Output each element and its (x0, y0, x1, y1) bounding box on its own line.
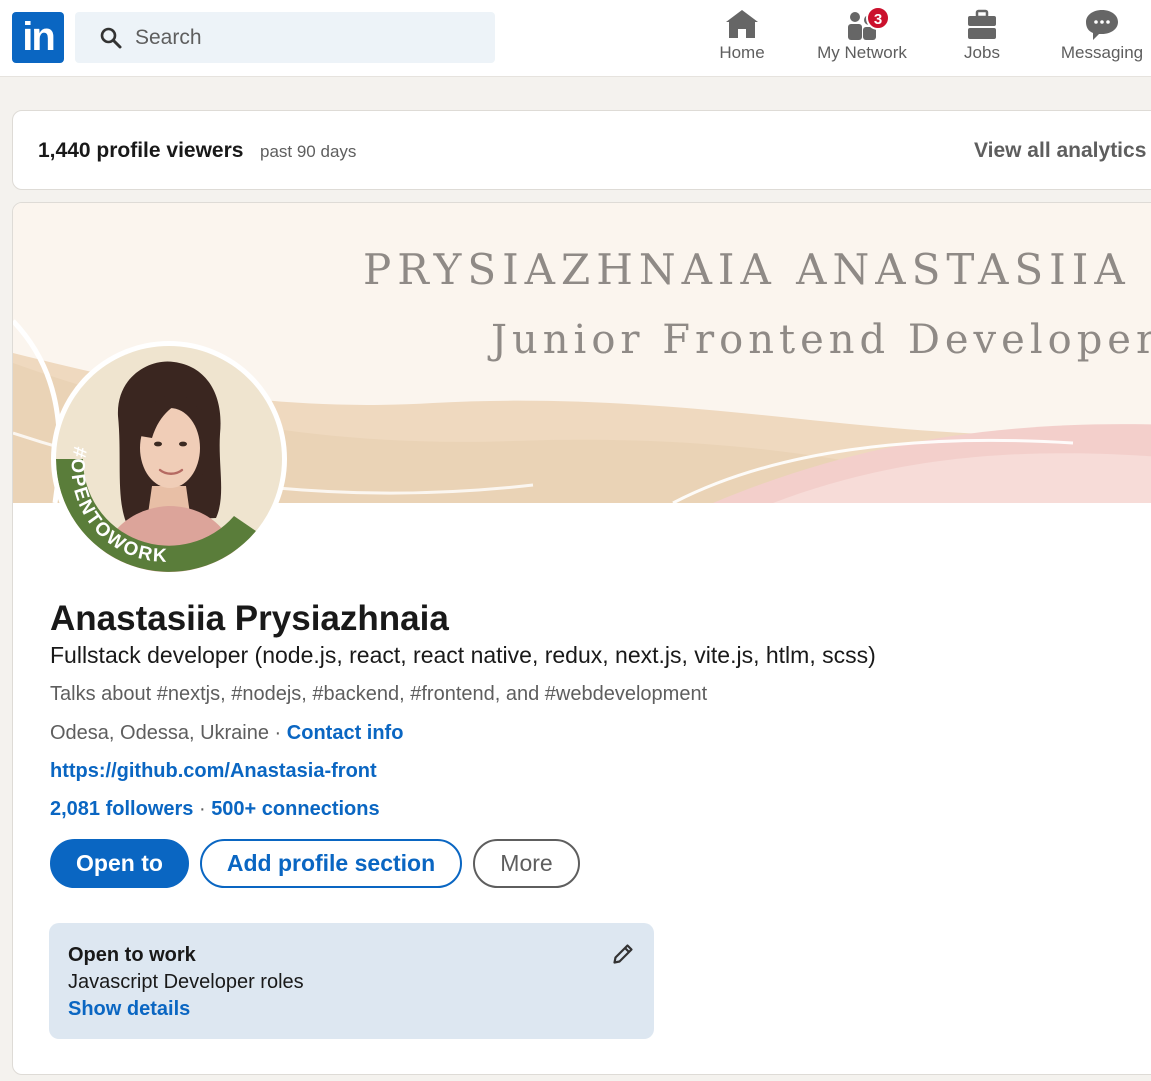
open-to-work-roles: Javascript Developer roles (68, 971, 304, 993)
view-all-analytics-link[interactable]: View all analytics (974, 139, 1146, 163)
top-nav-bar: in Home 3 My Network (0, 0, 1151, 77)
nav-item-label: Home (719, 43, 765, 62)
website-link[interactable]: https://github.com/Anastasia-front (50, 760, 377, 783)
open-to-work-card: Open to work Javascript Developer roles … (49, 923, 654, 1039)
profile-location: Odesa, Odessa, Ukraine (50, 722, 269, 744)
nav-item-my-network[interactable]: 3 My Network (806, 6, 918, 70)
linkedin-logo[interactable]: in (12, 12, 64, 63)
avatar-illustration: #OPENTOWORK (56, 346, 282, 572)
stats-separator: · (193, 798, 212, 820)
notification-badge: 3 (866, 6, 890, 30)
followers-link[interactable]: 2,081 followers (50, 798, 193, 820)
connections-link[interactable]: 500+ connections (211, 798, 379, 820)
search-box[interactable] (75, 12, 495, 63)
profile-photo[interactable]: #OPENTOWORK (51, 341, 287, 577)
briefcase-icon (968, 9, 996, 39)
contact-info-link[interactable]: Contact info (287, 722, 404, 744)
viewers-period: past 90 days (260, 142, 357, 161)
search-icon (100, 27, 122, 49)
show-details-link[interactable]: Show details (68, 998, 190, 1021)
message-icon (1086, 10, 1118, 40)
open-to-button[interactable]: Open to (50, 839, 189, 888)
location-row: Odesa, Odessa, Ukraine · Contact info (50, 722, 403, 745)
network-icon-wrap: 3 (842, 6, 890, 42)
nav-item-label: Messaging (1060, 43, 1144, 62)
search-input[interactable] (135, 12, 475, 63)
add-profile-section-button[interactable]: Add profile section (200, 839, 462, 888)
pencil-icon[interactable] (611, 942, 635, 966)
nav-item-home[interactable]: Home (712, 6, 772, 70)
open-to-work-title: Open to work (68, 944, 196, 966)
profile-viewers-count[interactable]: 1,440 profile viewers (38, 139, 243, 163)
nav-item-label: Jobs (964, 43, 1000, 62)
profile-name: Anastasiia Prysiazhnaia (50, 599, 449, 638)
home-icon (726, 10, 758, 38)
banner-name-text: PRYSIAZHNAIA ANASTASIIA (363, 245, 1131, 294)
nav-item-label: My Network (817, 43, 907, 62)
profile-talks-about: Talks about #nextjs, #nodejs, #backend, … (50, 683, 708, 705)
location-separator: · (269, 722, 287, 744)
more-button[interactable]: More (473, 839, 580, 888)
profile-card: PRYSIAZHNAIA ANASTASIIA Junior Frontend … (12, 202, 1151, 1075)
banner-role-text: Junior Frontend Developer (491, 317, 1151, 363)
analytics-card: 1,440 profile viewers past 90 days View … (12, 110, 1151, 190)
avatar: #OPENTOWORK (56, 346, 282, 572)
stats-row: 2,081 followers · 500+ connections (50, 798, 380, 821)
profile-headline: Fullstack developer (node.js, react, rea… (50, 642, 876, 668)
nav-item-jobs[interactable]: Jobs (952, 6, 1012, 70)
nav-item-messaging[interactable]: Messaging (1050, 6, 1151, 70)
